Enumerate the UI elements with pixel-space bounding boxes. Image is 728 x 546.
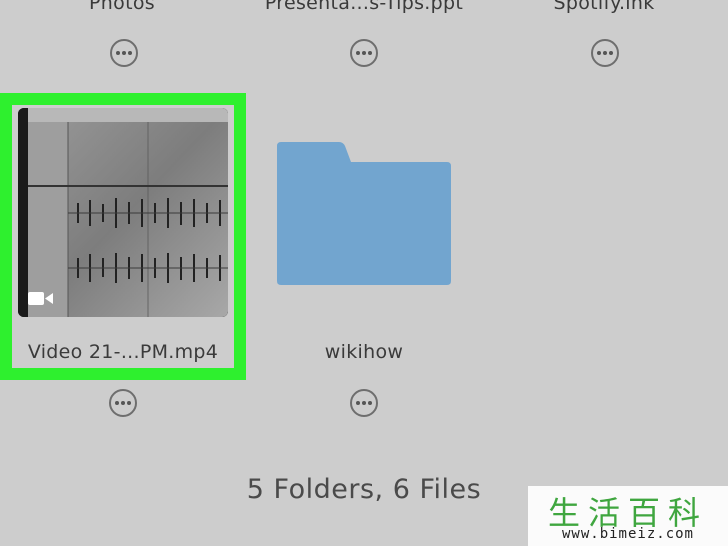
video-thumbnail[interactable]	[18, 108, 228, 317]
ellipsis-circle-icon	[597, 51, 601, 55]
ellipsis-circle-icon	[116, 51, 120, 55]
more-options-button-presentation[interactable]	[350, 39, 378, 67]
more-options-button-video[interactable]	[109, 389, 137, 417]
folder-label-wikihow: wikihow	[324, 341, 404, 363]
file-label-spotify: Spotify.lnk	[553, 0, 655, 14]
ellipsis-circle-icon	[356, 51, 360, 55]
ellipsis-circle-icon	[115, 401, 119, 405]
folder-icon[interactable]	[277, 142, 451, 285]
watermark: 生活百科 www.bimeiz.com	[528, 486, 728, 546]
watermark-url: www.bimeiz.com	[561, 526, 694, 542]
more-options-button-spotify[interactable]	[591, 39, 619, 67]
file-label-video: Video 21-...PM.mp4	[27, 341, 219, 363]
file-label-presentation: Presenta...s-Tips.ppt	[264, 0, 464, 14]
more-options-button-wikihow[interactable]	[350, 389, 378, 417]
file-label-photos: Photos	[89, 0, 155, 14]
more-options-button-photos[interactable]	[110, 39, 138, 67]
ellipsis-circle-icon	[356, 401, 360, 405]
